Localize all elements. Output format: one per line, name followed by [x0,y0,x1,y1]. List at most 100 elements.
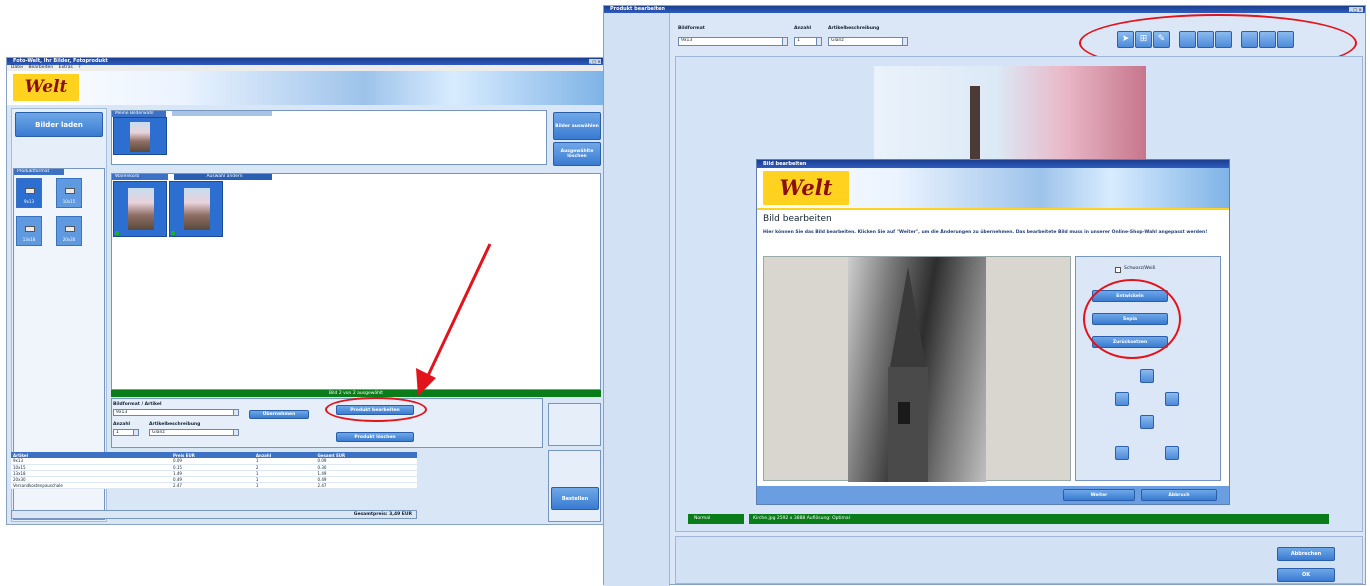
red-arrow [416,243,492,396]
church-tower [888,267,928,482]
delete-selected-button[interactable]: Ausgewählte löschen [553,142,601,166]
cell: Versandkostenpauschale [11,482,171,489]
bw-checkbox-label: Schwarz/Weiß [1124,266,1156,271]
window-controls[interactable]: _ □ × [589,59,601,64]
chevron-down-icon [233,410,238,415]
cart-image-1[interactable] [113,181,167,237]
format-label: Bildformat / Artikel [113,402,162,407]
window-controls[interactable]: _ □ × [1349,7,1363,12]
chevron-down-icon [816,38,821,45]
church-photo [184,188,210,230]
main-window: Foto-Welt, Ihr Bilder, Fotoprodukt _ □ ×… [6,57,604,525]
format-20x30[interactable]: 20x30 [56,216,82,246]
left-strip [604,13,670,586]
load-images-button[interactable]: Bilder laden [15,112,103,137]
dialog-description: Hier können Sie das Bild bearbeiten. Kli… [763,230,1208,235]
count-value: 1 [797,38,800,43]
format-value: 9x13 [116,410,128,415]
printer-icon [65,188,75,194]
status-info: Kirche.jpg 2592 x 3888 Auflösung: Optima… [749,514,1329,524]
selected-image-thumbnail[interactable] [113,117,167,155]
count-label: Anzahl [113,422,131,427]
product-edit-window: Produkt bearbeiten _ □ × Bildformat 9x13… [603,5,1366,586]
cell: 1 [253,482,316,489]
buttons-highlight-circle [1083,279,1181,359]
right-side-box-top [548,403,601,446]
format-value: 9x13 [681,38,693,43]
dialog-logo: Welt [763,171,849,205]
edit-image-dialog: Bild bearbeiten Welt Bild bearbeiten Hie… [756,159,1230,505]
formats-header: Produktformat [14,169,64,175]
chevron-down-icon [782,38,787,45]
move-left-icon[interactable] [1115,392,1129,406]
order-button[interactable]: Bestellen [551,487,599,510]
cart-header: Warenkorb [112,174,168,180]
move-up-icon[interactable] [1140,369,1154,383]
church-photo [130,122,150,152]
selected-marker [115,231,119,235]
menu-help[interactable]: ? [78,65,80,70]
format-select[interactable]: 9x13 [678,37,788,46]
highlight-circle [325,397,427,422]
format-select[interactable]: 9x13 [113,409,239,416]
format-label: Bildformat [678,26,705,31]
rotate-left-icon[interactable] [1115,446,1129,460]
menu-file[interactable]: Datei [11,65,23,70]
cart-tab[interactable]: Auswahl ändern [174,174,272,180]
dialog-next-button[interactable]: Weiter [1063,489,1135,501]
description-label: Artikelbeschreibung [149,422,201,427]
table-row[interactable]: Versandkostenpauschale 2.47 1 2.47 [11,482,417,489]
count-stepper[interactable]: 1 [113,429,139,436]
description-value: Glanz [152,430,165,435]
move-down-icon[interactable] [1140,415,1154,429]
printer-icon [25,188,35,194]
printer-icon [65,226,75,232]
bottom-bar [675,536,1363,584]
edited-photo[interactable] [848,257,986,482]
chevron-down-icon [133,430,138,435]
cart-image-2[interactable] [169,181,223,237]
rotate-right-icon[interactable] [1165,446,1179,460]
status-bar: Bild 2 von 2 ausgewählt [111,390,601,397]
cancel-button[interactable]: Abbrechen [1277,547,1335,561]
select-images-button[interactable]: Bilder auswählen [553,112,601,140]
selected-marker [171,231,175,235]
delete-product-button[interactable]: Produkt löschen [336,432,414,442]
count-label: Anzahl [794,26,812,31]
dialog-heading: Bild bearbeiten [763,214,832,224]
church-spire [970,86,980,161]
cell: 2.47 [315,482,417,489]
format-13x18[interactable]: 13x18 [16,216,42,246]
chevron-down-icon [233,430,238,435]
brand-logo: Welt [13,74,79,101]
format-10x15[interactable]: 10x15 [56,178,82,208]
status-mode: Normal [688,514,744,524]
move-right-icon[interactable] [1165,392,1179,406]
count-value: 1 [116,430,119,435]
description-select[interactable]: Glanz [828,37,908,46]
chevron-down-icon [902,38,907,45]
header-banner [7,71,603,105]
cell: 2.47 [171,482,254,489]
description-label: Artikelbeschreibung [828,26,880,31]
bw-checkbox[interactable] [1115,267,1121,273]
apply-button[interactable]: Übernehmen [249,410,309,419]
dialog-separator [757,208,1229,210]
church-photo [128,188,154,230]
dialog-cancel-button[interactable]: Abbruch [1141,489,1217,501]
product-preview-image [874,66,1146,161]
description-value: Glanz [831,38,844,43]
total-price: Gesamtpreis: 3,49 EUR [11,510,417,519]
description-select[interactable]: Glanz [149,429,239,436]
price-table: Artikel Preis EUR Anzahl Gesamt EUR 9x13… [11,452,417,489]
selection-tab [172,111,272,116]
count-stepper[interactable]: 1 [794,37,822,46]
format-9x13[interactable]: 9x13 [16,178,42,208]
window-title: Foto-Welt, Ihr Bilder, Fotoprodukt [7,58,603,65]
right-side-box-bottom [548,450,601,522]
menu-edit[interactable]: Bearbeiten [28,65,53,70]
dialog-title: Bild bearbeiten [757,160,1229,168]
ok-button[interactable]: OK [1277,568,1335,582]
window-title: Produkt bearbeiten [604,6,1365,13]
menu-extras[interactable]: Extras [59,65,73,70]
